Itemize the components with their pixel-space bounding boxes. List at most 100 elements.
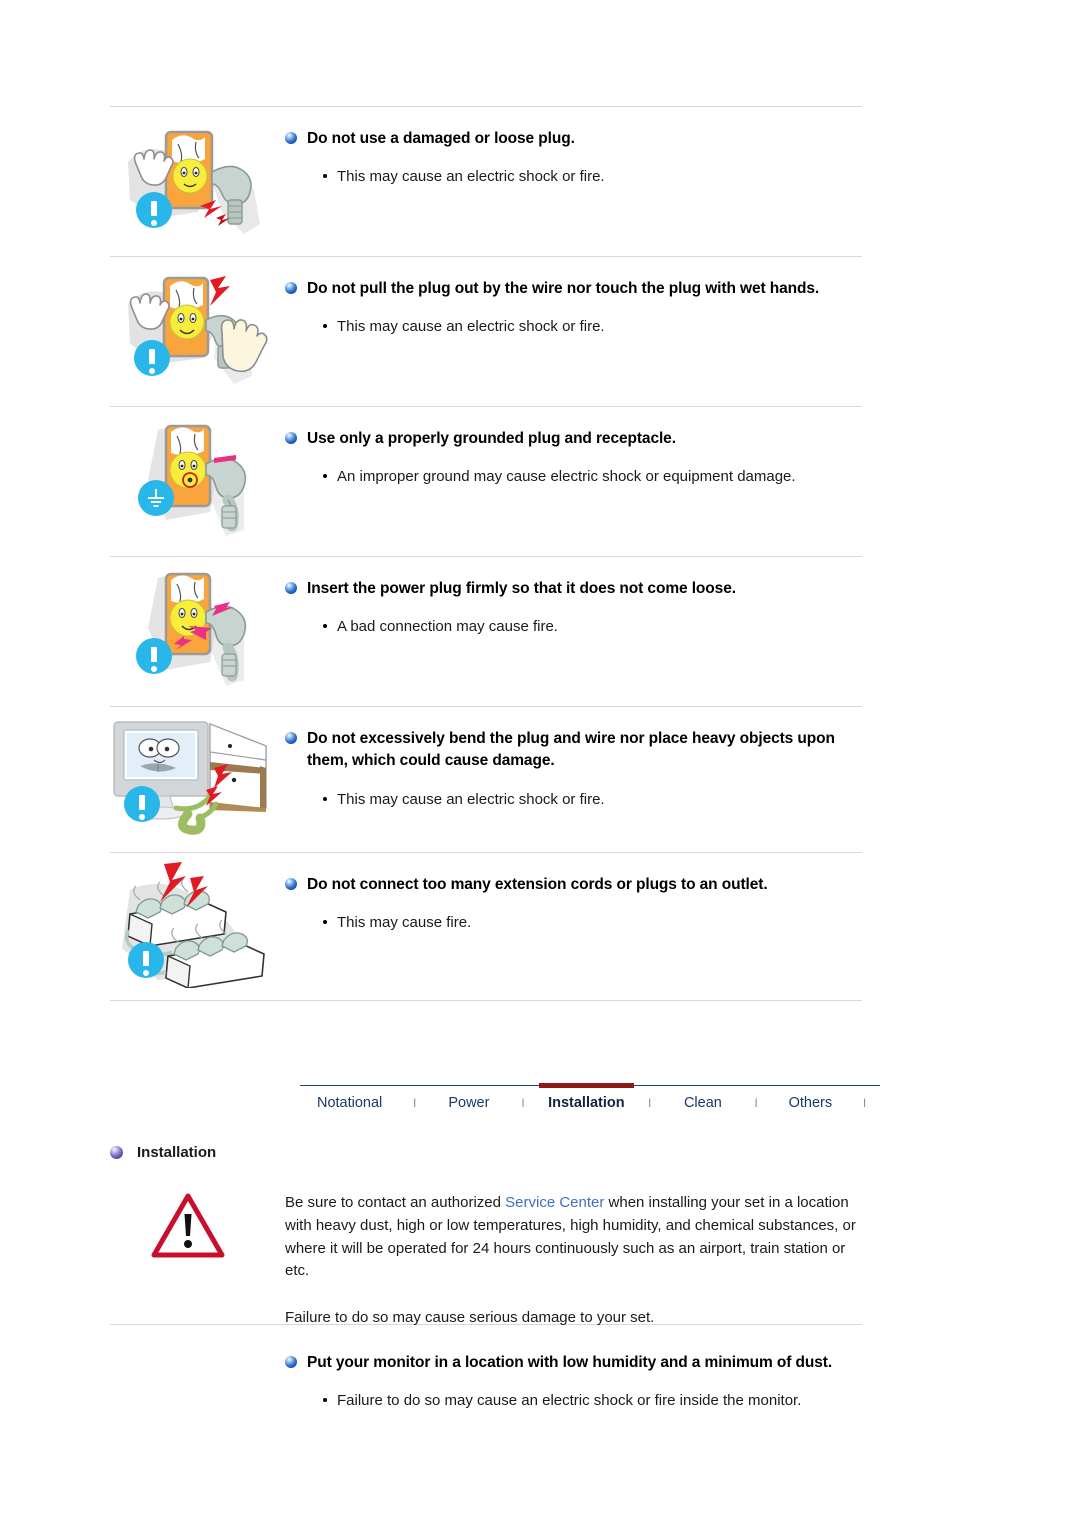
safety-item-insert-firmly: Insert the power plug firmly so that it …: [110, 564, 870, 686]
bullet-dot-icon: [323, 174, 327, 179]
safety-heading: Do not use a damaged or loose plug.: [285, 128, 870, 150]
safety-note: This may cause fire.: [285, 912, 870, 933]
safety-text: Put your monitor in a location with low …: [285, 1338, 870, 1411]
bullet-dot-icon: [323, 624, 327, 629]
bullet-dot-icon: [323, 324, 327, 329]
safety-item-grounded-plug: Use only a properly grounded plug and re…: [110, 414, 870, 536]
section-title-text: Installation: [137, 1144, 217, 1161]
safety-heading: Insert the power plug firmly so that it …: [285, 578, 870, 600]
safety-note: An improper ground may cause electric sh…: [285, 466, 870, 487]
warning-triangle-icon: [150, 1192, 226, 1265]
safety-note: This may cause an electric shock or fire…: [285, 316, 870, 337]
safety-note-text: An improper ground may cause electric sh…: [337, 468, 796, 486]
note-paragraph-failure: Failure to do so may cause serious damag…: [285, 1309, 655, 1327]
outlet-wet-hands-illustration: [110, 264, 285, 384]
exclamation-glyph: [151, 647, 157, 672]
tab-separator: I: [413, 1096, 417, 1110]
illustration-svg: [128, 130, 260, 234]
safety-note-text: A bad connection may cause fire.: [337, 618, 558, 636]
tab-separator: I: [521, 1096, 525, 1110]
service-center-link[interactable]: Service Center: [505, 1194, 604, 1211]
safety-item-low-humidity: Put your monitor in a location with low …: [110, 1338, 870, 1411]
exclamation-glyph: [143, 951, 149, 976]
safety-text: Do not connect too many extension cords …: [285, 860, 870, 933]
tab-power[interactable]: Power: [430, 1085, 507, 1121]
divider: [110, 406, 862, 407]
safety-note-text: Failure to do so may cause an electric s…: [337, 1392, 802, 1410]
exclamation-badge-icon: [128, 942, 164, 978]
divider: [110, 852, 862, 853]
divider: [110, 556, 862, 557]
grounded-plug-outlet-illustration: [110, 414, 285, 536]
safety-item-bend-plug: Do not excessively bend the plug and wir…: [110, 714, 870, 835]
blue-sphere-bullet-icon: [285, 878, 297, 890]
safety-heading-text: Do not connect too many extension cords …: [307, 876, 768, 893]
safety-note: Failure to do so may cause an electric s…: [285, 1390, 870, 1411]
safety-heading-text: Insert the power plug firmly so that it …: [307, 580, 736, 597]
tab-separator: I: [862, 1096, 867, 1110]
safety-heading-text: Do not use a damaged or loose plug.: [307, 130, 575, 147]
illustration-svg: [128, 276, 268, 384]
purple-sphere-bullet-icon: [110, 1146, 123, 1159]
safety-text: Insert the power plug firmly so that it …: [285, 564, 870, 637]
safety-heading-text: Do not pull the plug out by the wire nor…: [307, 280, 820, 297]
tab-separator: I: [647, 1096, 652, 1110]
safety-heading: Do not excessively bend the plug and wir…: [285, 728, 870, 773]
exclamation-glyph: [151, 201, 157, 226]
exclamation-glyph: [139, 795, 145, 820]
safety-text: Do not use a damaged or loose plug. This…: [285, 114, 870, 187]
overloaded-power-strips-illustration: [110, 860, 285, 988]
safety-text: Use only a properly grounded plug and re…: [285, 414, 870, 487]
bullet-dot-icon: [323, 796, 327, 801]
installation-note-text: Be sure to contact an authorized Service…: [285, 1192, 870, 1330]
warning-triangle-svg: [151, 1193, 225, 1258]
safety-note-text: This may cause an electric shock or fire…: [337, 168, 605, 186]
blue-sphere-bullet-icon: [285, 432, 297, 444]
monitor-bent-cable-illustration: [110, 714, 285, 835]
divider: [110, 1000, 862, 1001]
tab-notational[interactable]: Notational: [300, 1085, 399, 1121]
tab-clean[interactable]: Clean: [665, 1085, 741, 1121]
safety-heading: Do not pull the plug out by the wire nor…: [285, 278, 870, 300]
tab-label: Power: [448, 1095, 490, 1111]
divider: [110, 706, 862, 707]
safety-text: Do not pull the plug out by the wire nor…: [285, 264, 870, 337]
safety-note-text: This may cause an electric shock or fire…: [337, 318, 605, 336]
tab-label: Others: [788, 1095, 833, 1111]
illustration-placeholder: [110, 1338, 285, 1398]
bullet-dot-icon: [323, 474, 327, 479]
safety-note: This may cause an electric shock or fire…: [285, 789, 870, 810]
blue-sphere-bullet-icon: [285, 282, 297, 294]
tab-label: Installation: [548, 1095, 625, 1111]
safety-text: Do not excessively bend the plug and wir…: [285, 714, 870, 810]
safety-note: A bad connection may cause fire.: [285, 616, 870, 637]
safety-item-extension-cords: Do not connect too many extension cords …: [110, 860, 870, 988]
divider: [110, 256, 862, 257]
tabs-container: Notational I Power I Installation I Clea…: [300, 1083, 880, 1121]
blue-sphere-bullet-icon: [285, 1356, 297, 1368]
safety-item-damaged-plug: Do not use a damaged or loose plug. This…: [110, 114, 870, 234]
exclamation-badge-icon: [136, 638, 172, 674]
tab-others[interactable]: Others: [772, 1085, 849, 1121]
safety-item-wet-hands: Do not pull the plug out by the wire nor…: [110, 264, 870, 384]
tab-label: Clean: [683, 1095, 722, 1111]
plug-insert-firmly-illustration: [110, 564, 285, 686]
tab-separator: I: [754, 1096, 758, 1110]
exclamation-glyph: [149, 349, 155, 374]
blue-sphere-bullet-icon: [285, 732, 297, 744]
divider: [110, 106, 862, 107]
bullet-dot-icon: [323, 920, 327, 925]
illustration-svg: [148, 572, 247, 686]
safety-heading-text: Put your monitor in a location with low …: [307, 1354, 833, 1371]
tab-label: Notational: [316, 1095, 383, 1111]
safety-heading: Put your monitor in a location with low …: [285, 1352, 870, 1374]
blue-sphere-bullet-icon: [285, 582, 297, 594]
note-paragraph-main: Be sure to contact an authorized Service…: [285, 1192, 870, 1283]
safety-note-text: This may cause fire.: [337, 914, 472, 932]
blue-sphere-bullet-icon: [285, 132, 297, 144]
tab-installation[interactable]: Installation: [538, 1083, 635, 1121]
safety-note: This may cause an electric shock or fire…: [285, 166, 870, 187]
safety-heading-text: Use only a properly grounded plug and re…: [307, 430, 676, 447]
note-lead-text: Be sure to contact an authorized: [285, 1194, 506, 1211]
safety-heading-text: Do not excessively bend the plug and wir…: [307, 730, 835, 770]
